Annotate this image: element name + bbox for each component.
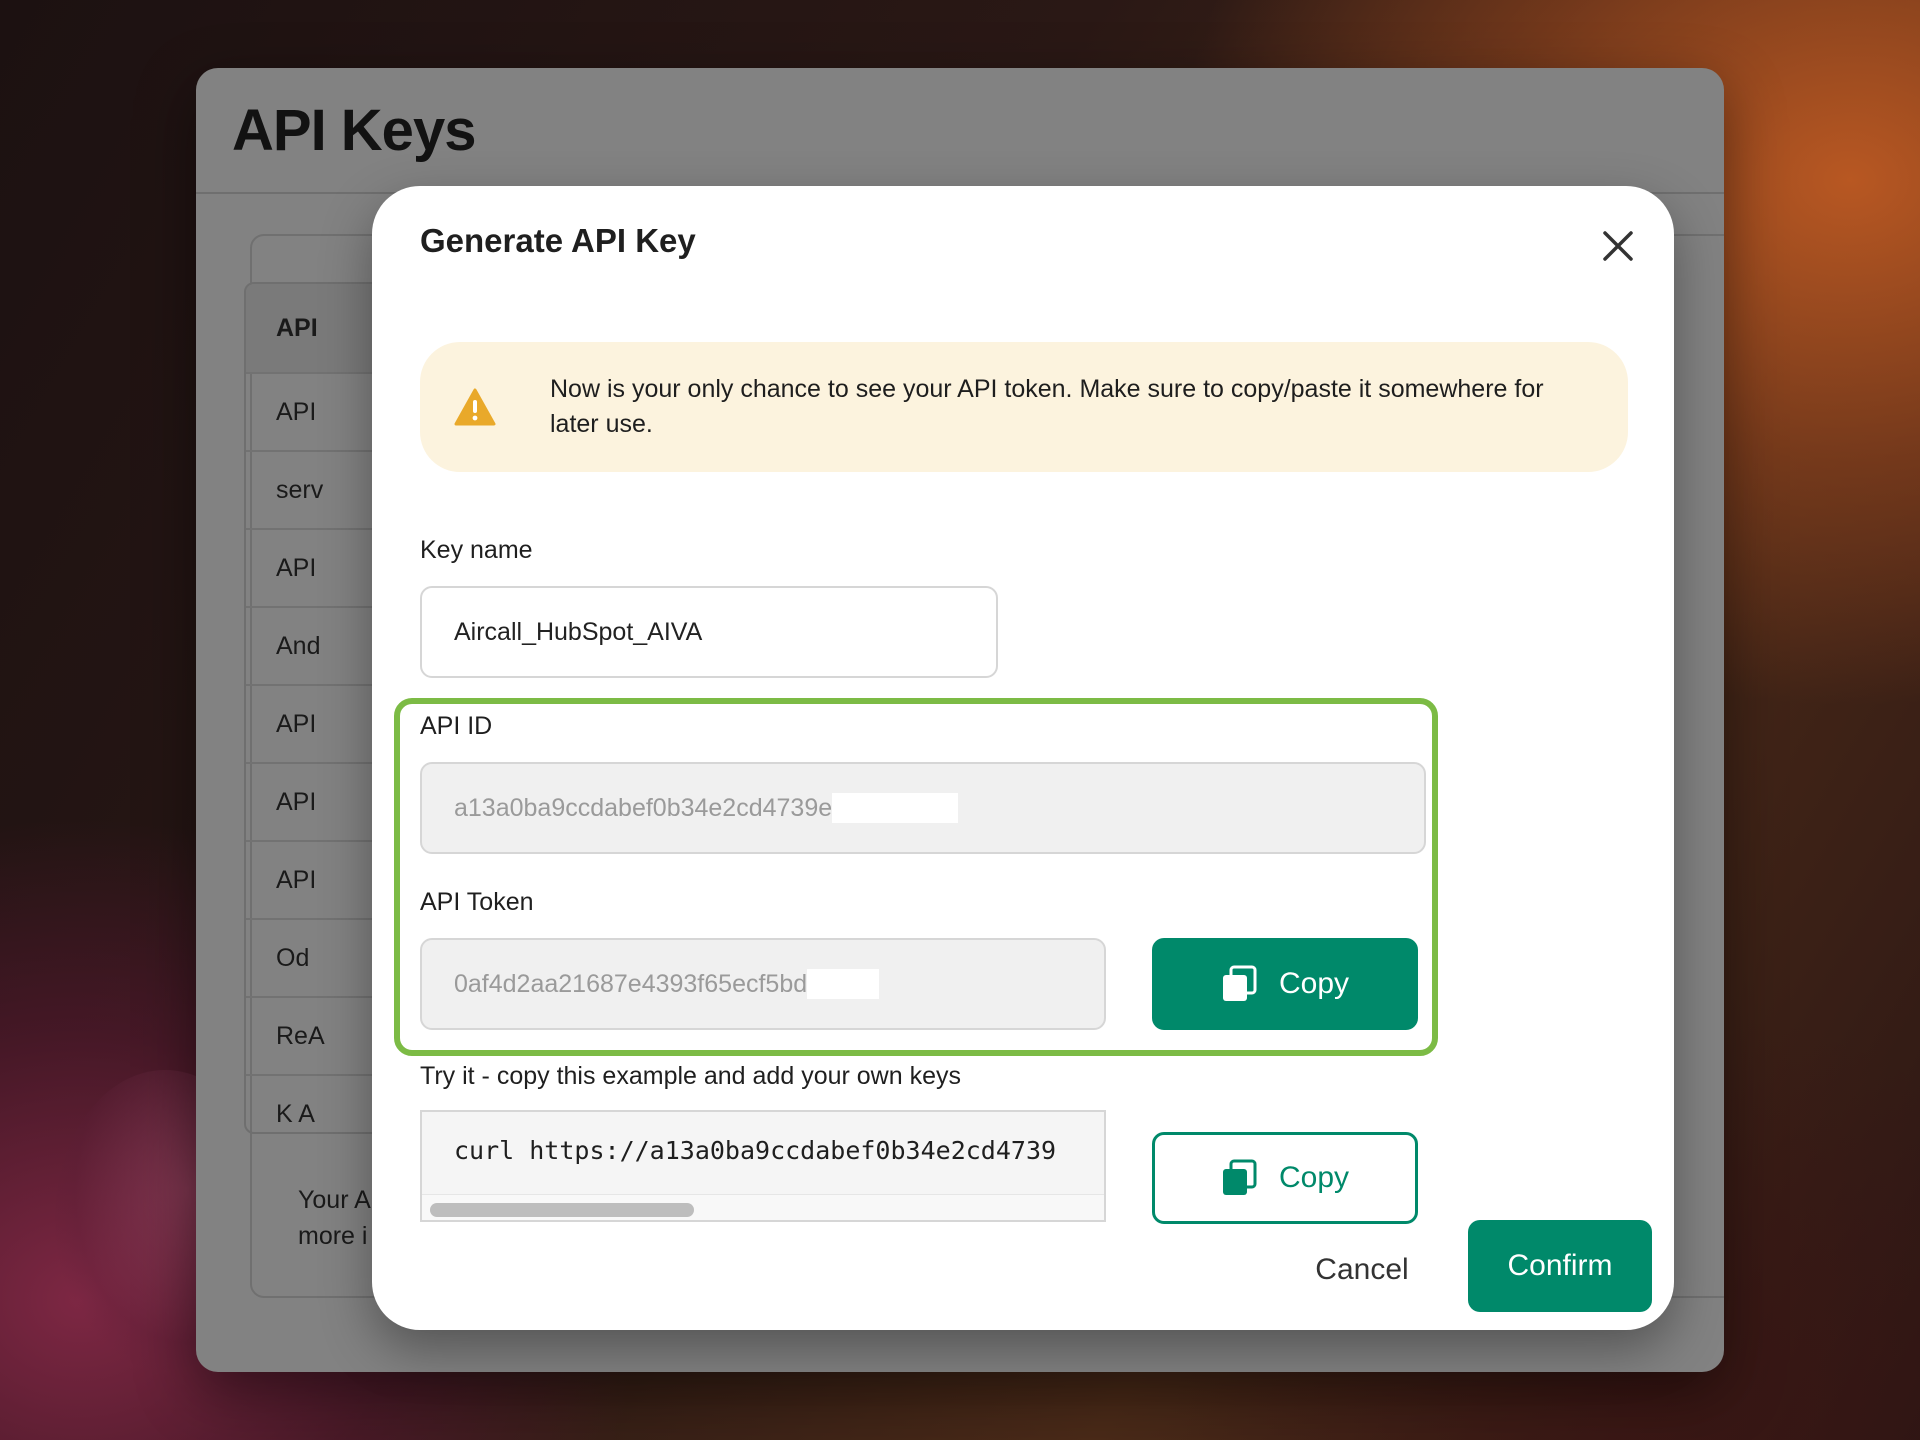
copy-icon — [1222, 1159, 1257, 1195]
api-id-label: API ID — [420, 712, 493, 740]
cancel-button[interactable]: Cancel — [1292, 1240, 1432, 1300]
copy-icon — [1222, 965, 1257, 1001]
background-header: API Keys — [196, 68, 1724, 194]
example-code: curl https://a13a0ba9ccdabef0b34e2cd4739 — [454, 1136, 1057, 1165]
generate-api-key-modal: Generate API Key Now is your only chance… — [372, 186, 1674, 1330]
redaction-mask — [807, 969, 880, 999]
api-token-field[interactable]: 0af4d2aa21687e4393f65ecf5bd — [420, 938, 1106, 1030]
page-title: API Keys — [232, 97, 476, 163]
confirm-button[interactable]: Confirm — [1468, 1220, 1652, 1312]
modal-title: Generate API Key — [420, 222, 696, 259]
redaction-mask — [832, 793, 959, 823]
warning-triangle-icon — [454, 388, 496, 426]
key-name-label: Key name — [420, 536, 533, 564]
copy-token-label: Copy — [1278, 967, 1350, 1000]
api-id-value: a13a0ba9ccdabef0b34e2cd4739e — [454, 793, 833, 822]
copy-example-button[interactable]: Copy — [1152, 1132, 1418, 1224]
warning-text: Now is your only chance to see your API … — [550, 375, 1544, 438]
example-code-box[interactable]: curl https://a13a0ba9ccdabef0b34e2cd4739 — [420, 1110, 1106, 1222]
api-token-label: API Token — [420, 888, 534, 916]
example-label: Try it - copy this example and add your … — [420, 1062, 961, 1090]
api-id-field[interactable]: a13a0ba9ccdabef0b34e2cd4739e — [420, 762, 1426, 854]
copy-token-button[interactable]: Copy — [1152, 938, 1418, 1030]
key-name-value: Aircall_HubSpot_AIVA — [454, 617, 703, 646]
api-token-value: 0af4d2aa21687e4393f65ecf5bd — [454, 969, 808, 998]
close-button[interactable] — [1592, 220, 1644, 272]
warning-banner: Now is your only chance to see your API … — [420, 342, 1628, 472]
close-icon — [1603, 231, 1633, 261]
key-name-field[interactable]: Aircall_HubSpot_AIVA — [420, 586, 998, 678]
copy-example-label: Copy — [1278, 1161, 1350, 1194]
code-scrollbar-thumb[interactable] — [430, 1203, 694, 1217]
code-scrollbar[interactable] — [422, 1194, 1104, 1220]
